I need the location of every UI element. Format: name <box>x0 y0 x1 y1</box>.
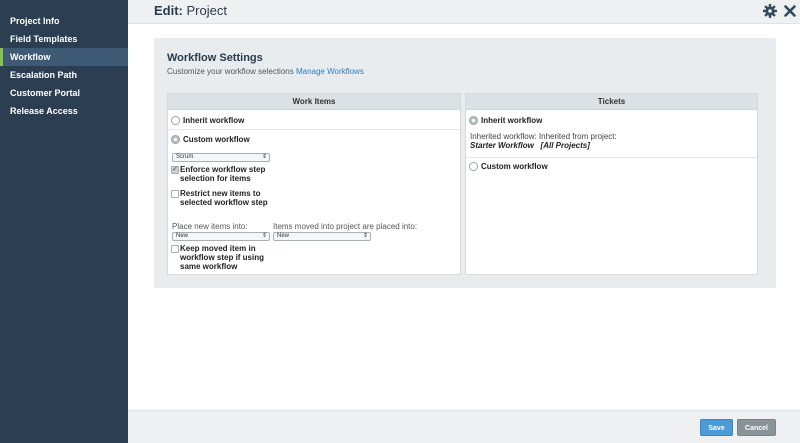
tickets-inherit-option[interactable]: Inherit workflow <box>466 112 757 130</box>
work-items-inherit-option[interactable]: Inherit workflow <box>168 112 460 130</box>
panel-title: Workflow Settings <box>167 52 263 64</box>
tickets-custom-radio[interactable] <box>469 162 478 171</box>
sidebar-item-workflow[interactable]: Workflow <box>0 48 128 66</box>
place-new-items-select[interactable]: New ⇕ <box>172 232 270 241</box>
enforce-step-label: Enforce workflow step selection for item… <box>180 165 266 183</box>
work-items-inherit-label: Inherit workflow <box>183 116 245 125</box>
place-new-items-label: Place new items into: <box>172 222 248 231</box>
sidebar: Project Info Field Templates Workflow Es… <box>0 0 128 443</box>
close-icon[interactable] <box>782 3 798 19</box>
select-arrows-icon: ⇕ <box>261 233 267 239</box>
save-button[interactable]: Save <box>700 419 733 436</box>
moved-items-value: New <box>277 233 290 239</box>
manage-workflows-link[interactable]: Manage Workflows <box>296 67 364 76</box>
work-items-column: Work Items Inherit workflow Custom workf… <box>167 93 461 275</box>
panel-subtitle: Customize your workflow selections Manag… <box>167 67 364 76</box>
sidebar-item-release-access[interactable]: Release Access <box>0 102 128 120</box>
restrict-new-items-checkbox[interactable] <box>171 190 179 198</box>
panel-subtitle-text: Customize your workflow selections <box>167 67 294 76</box>
keep-moved-item-checkbox[interactable] <box>171 245 179 253</box>
tickets-inherited-workflow: Starter Workflow <box>470 141 534 150</box>
tickets-inherit-radio[interactable] <box>469 116 478 125</box>
select-arrows-icon: ⇕ <box>362 233 368 239</box>
sidebar-item-field-templates[interactable]: Field Templates <box>0 30 128 48</box>
work-items-custom-radio[interactable] <box>171 135 180 144</box>
tickets-inherit-label: Inherit workflow <box>481 116 543 125</box>
work-items-inherit-radio[interactable] <box>171 116 180 125</box>
tickets-inherited-project: [All Projects] <box>540 141 590 150</box>
keep-moved-item-label: Keep moved item in workflow step if usin… <box>180 244 265 271</box>
work-items-custom-option[interactable]: Custom workflow <box>168 131 460 149</box>
main-content: Workflow Settings Customize your workflo… <box>128 25 800 410</box>
sidebar-item-customer-portal[interactable]: Customer Portal <box>0 84 128 102</box>
tickets-column: Tickets Inherit workflow Inherited workf… <box>465 93 758 275</box>
tickets-header: Tickets <box>466 94 757 110</box>
page-title-prefix: Edit: <box>154 3 183 18</box>
moved-items-label: Items moved into project are placed into… <box>273 222 418 231</box>
page-title: Edit: Project <box>154 3 227 18</box>
workflow-settings-panel: Workflow Settings Customize your workflo… <box>154 38 776 288</box>
moved-items-select[interactable]: New ⇕ <box>273 232 371 241</box>
place-new-items-value: New <box>176 233 189 239</box>
tickets-inherited-info: Inherited workflow: Inherited from proje… <box>470 132 617 150</box>
workflow-select[interactable]: Scrum ⇕ <box>172 153 270 162</box>
workflow-select-value: Scrum <box>176 154 194 160</box>
restrict-new-items-label: Restrict new items to selected workflow … <box>180 189 268 207</box>
sidebar-item-escalation-path[interactable]: Escalation Path <box>0 66 128 84</box>
tickets-custom-option[interactable]: Custom workflow <box>466 158 757 176</box>
cancel-button[interactable]: Cancel <box>737 419 776 436</box>
page-title-text: Project <box>186 3 227 18</box>
tickets-inherited-from: Inherited workflow: Inherited from proje… <box>470 132 617 141</box>
work-items-header: Work Items <box>168 94 460 110</box>
gear-icon[interactable] <box>762 3 778 19</box>
footer-bar: Save Cancel <box>128 410 800 443</box>
work-items-custom-label: Custom workflow <box>183 135 250 144</box>
header-bar: Edit: Project <box>128 0 800 24</box>
tickets-custom-label: Custom workflow <box>481 162 548 171</box>
enforce-step-checkbox[interactable]: ✓ <box>171 166 179 174</box>
select-arrows-icon: ⇕ <box>261 154 267 160</box>
sidebar-item-project-info[interactable]: Project Info <box>0 12 128 30</box>
